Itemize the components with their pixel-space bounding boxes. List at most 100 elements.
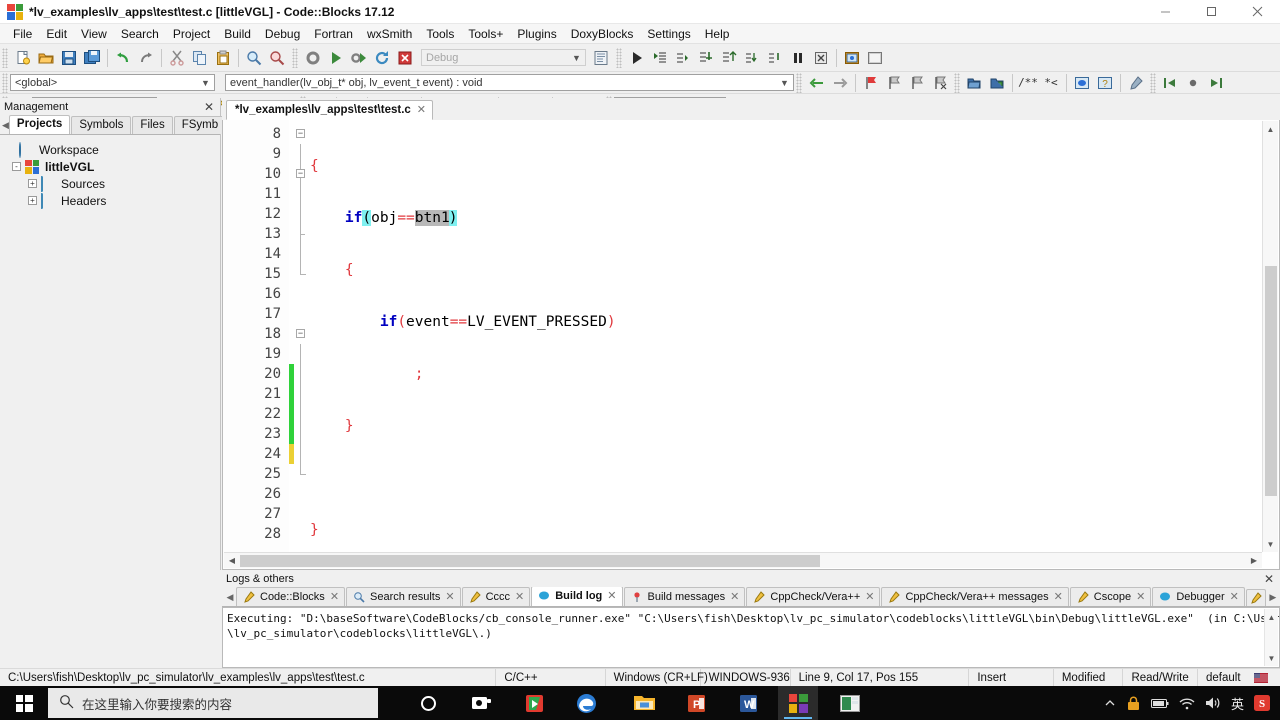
run-doxywizard-button[interactable] (963, 72, 985, 94)
snipaste-icon[interactable]: S (1254, 695, 1270, 711)
fold-toggle[interactable]: − (296, 129, 305, 138)
word-icon[interactable]: W (728, 686, 768, 720)
chevron-right-icon[interactable]: ▶ (1246, 556, 1262, 565)
menu-fortran[interactable]: Fortran (307, 25, 360, 43)
extract-documentation-button[interactable] (986, 72, 1008, 94)
close-icon[interactable]: ✕ (1264, 572, 1274, 586)
chevron-left-icon[interactable]: ◀ (224, 556, 240, 565)
logs-tab-cppcheck-vera[interactable]: CppCheck/Vera++ ✕ (746, 587, 881, 606)
debug-run-to-cursor-button[interactable] (649, 47, 671, 69)
doxyblocks-help-button[interactable]: ? (1094, 72, 1116, 94)
breakpoint-button[interactable] (1182, 72, 1204, 94)
windows-start-icon[interactable] (0, 686, 48, 720)
code-text-area[interactable]: { if(obj==btn1) { if(event==LV_EVENT_PRE… (308, 120, 1279, 569)
wifi-icon[interactable] (1179, 697, 1195, 710)
undo-button[interactable] (112, 47, 134, 69)
editor-tab-testc[interactable]: *lv_examples\lv_apps\test\test.c ✕ (226, 100, 434, 120)
logs-tab-cppcheck-vera-messages[interactable]: CppCheck/Vera++ messages ✕ (881, 587, 1069, 606)
log-vertical-scrollbar[interactable]: ▲ ▼ (1264, 609, 1278, 666)
fold-margin[interactable]: − − − (294, 120, 308, 569)
logs-tab-search-results[interactable]: Search results ✕ (346, 587, 461, 606)
new-file-button[interactable] (12, 47, 34, 69)
code-editor[interactable]: 8 9 10 11 12 13 14 15 16 17 18 19 20 21 … (222, 120, 1280, 570)
debug-info-button[interactable] (841, 47, 863, 69)
select-target-button[interactable] (590, 47, 612, 69)
close-icon[interactable]: ✕ (330, 590, 339, 603)
tree-item-headers[interactable]: + Headers (6, 192, 220, 209)
expand-toggle[interactable]: + (28, 196, 37, 205)
chevron-right-icon[interactable]: ▶ (1267, 592, 1279, 606)
save-button[interactable] (58, 47, 80, 69)
toolbar-grip[interactable] (2, 72, 8, 93)
debug-stop-button[interactable] (810, 47, 832, 69)
taskbar-search-input[interactable]: 在这里输入你要搜索的内容 (48, 688, 378, 718)
scope-combo[interactable]: <global> ▼ (10, 74, 215, 91)
editor-vertical-scrollbar[interactable]: ▲ ▼ (1262, 121, 1278, 552)
replace-button[interactable] (266, 47, 288, 69)
menu-project[interactable]: Project (166, 25, 217, 43)
doxyblocks-config-button[interactable] (1125, 72, 1147, 94)
debug-step-out-button[interactable] (718, 47, 740, 69)
security-icon[interactable] (1126, 696, 1141, 711)
debug-next-line-button[interactable] (672, 47, 694, 69)
menu-tools[interactable]: Tools (419, 25, 461, 43)
menu-plugins[interactable]: Plugins (510, 25, 563, 43)
simulator-window-icon[interactable] (830, 686, 870, 720)
chevron-up-icon[interactable]: ▲ (1265, 609, 1278, 625)
tree-item-littlevgl[interactable]: - littleVGL (6, 158, 220, 175)
open-file-button[interactable] (35, 47, 57, 69)
logs-tab-cccc[interactable]: Cccc ✕ (461, 587, 531, 606)
ime-icon[interactable]: 英 (1231, 694, 1244, 713)
logs-tab-codeblocks[interactable]: Code::Blocks ✕ (236, 587, 346, 606)
expand-toggle[interactable]: + (28, 179, 37, 188)
menu-wxsmith[interactable]: wxSmith (360, 25, 419, 43)
copy-button[interactable] (189, 47, 211, 69)
doxyblocks-comment-button[interactable] (1071, 72, 1093, 94)
debug-next-instruction-button[interactable] (741, 47, 763, 69)
close-button[interactable] (1234, 0, 1280, 24)
chevron-up-icon[interactable] (1104, 697, 1116, 709)
menu-debug[interactable]: Debug (258, 25, 307, 43)
debug-windows-button[interactable] (864, 47, 886, 69)
menu-build[interactable]: Build (217, 25, 258, 43)
editor-horizontal-scrollbar[interactable]: ◀ ▶ (224, 552, 1262, 568)
build-and-run-button[interactable] (348, 47, 370, 69)
goto-prev-button[interactable] (1159, 72, 1181, 94)
run-button[interactable] (325, 47, 347, 69)
save-all-button[interactable] (81, 47, 103, 69)
task-view-icon[interactable] (462, 686, 502, 720)
close-icon[interactable]: ✕ (445, 590, 454, 603)
fold-toggle[interactable]: − (296, 329, 305, 338)
paste-button[interactable] (212, 47, 234, 69)
menu-edit[interactable]: Edit (39, 25, 74, 43)
chevron-left-icon[interactable]: ◀ (2, 120, 9, 134)
close-icon[interactable]: ✕ (204, 100, 214, 114)
tree-item-sources[interactable]: + Sources (6, 175, 220, 192)
debug-break-button[interactable] (787, 47, 809, 69)
tab-fsymb[interactable]: FSymb (173, 116, 227, 134)
build-log-output[interactable]: Executing: "D:\baseSoftware\CodeBlocks/c… (222, 607, 1280, 668)
browse-back-button[interactable] (806, 72, 828, 94)
edge-browser-icon[interactable] (566, 686, 606, 720)
goto-next-button[interactable] (1205, 72, 1227, 94)
next-bookmark-button[interactable] (906, 72, 928, 94)
close-icon[interactable]: ✕ (515, 590, 524, 603)
collapse-toggle[interactable]: - (12, 162, 21, 171)
fold-toggle[interactable]: − (296, 169, 305, 178)
toolbar-grip[interactable] (1150, 72, 1156, 93)
build-button[interactable] (302, 47, 324, 69)
chevron-down-icon[interactable]: ▼ (1263, 536, 1278, 552)
chevron-down-icon[interactable]: ▼ (1265, 650, 1278, 666)
tab-projects[interactable]: Projects (8, 115, 71, 134)
clear-bookmarks-button[interactable] (929, 72, 951, 94)
minimize-button[interactable] (1142, 0, 1188, 24)
file-explorer-icon[interactable] (624, 686, 664, 720)
abort-build-button[interactable] (394, 47, 416, 69)
codeblocks-icon[interactable] (778, 686, 818, 720)
scrollbar-thumb[interactable] (240, 554, 820, 567)
media-player-icon[interactable] (514, 686, 554, 720)
logs-tab-debugger[interactable]: Debugger ✕ (1152, 587, 1245, 606)
toolbar-grip[interactable] (616, 47, 622, 68)
toolbar-grip[interactable] (796, 72, 802, 93)
close-icon[interactable]: ✕ (1230, 590, 1239, 603)
